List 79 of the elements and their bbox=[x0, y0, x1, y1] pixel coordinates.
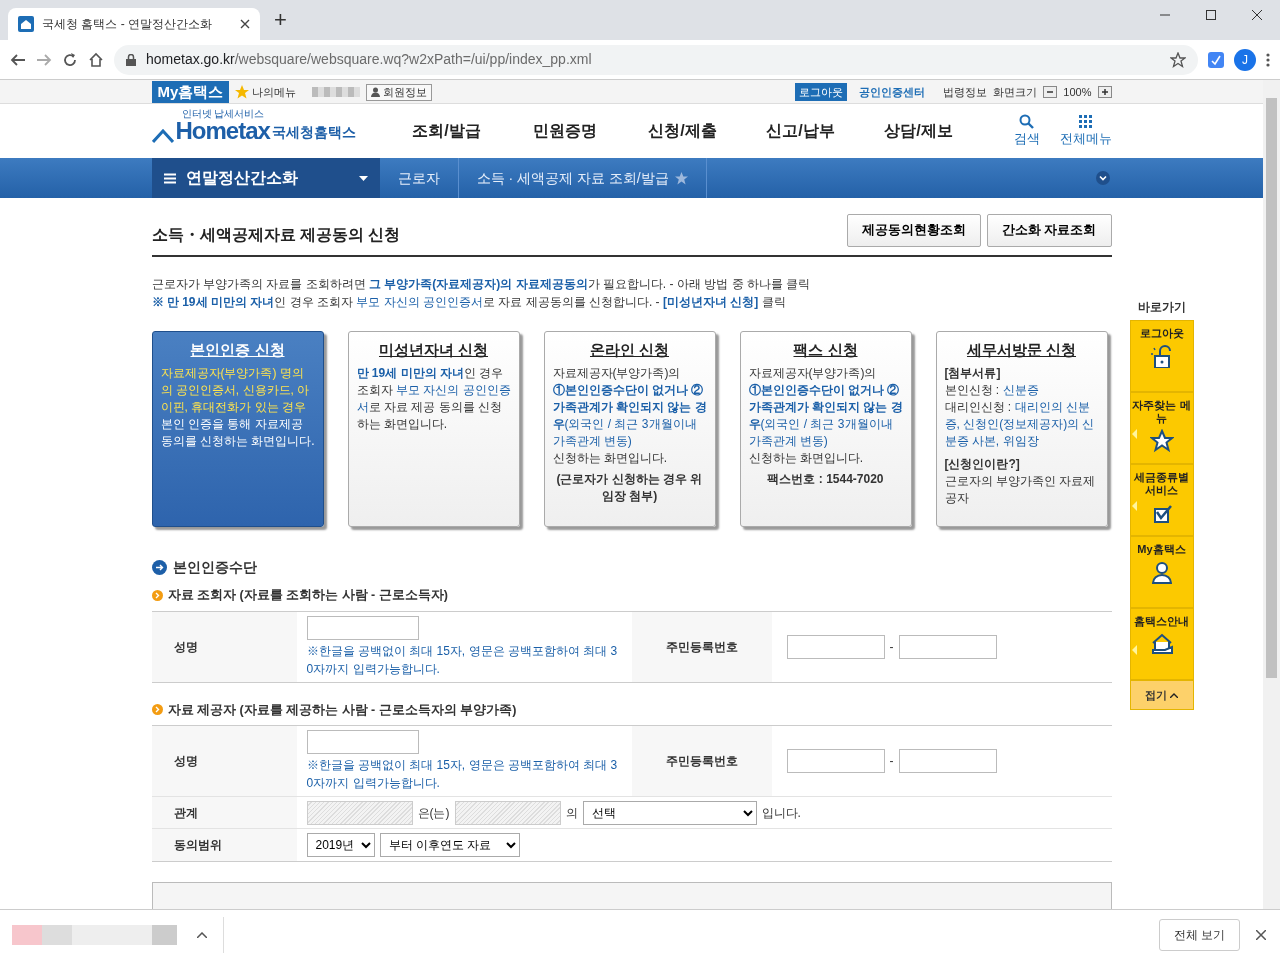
logout-button[interactable]: 로그아웃 bbox=[795, 82, 848, 102]
relation-text: 의 bbox=[565, 804, 578, 822]
profile-avatar[interactable]: J bbox=[1234, 48, 1256, 71]
field-label: 주민등록번호 bbox=[665, 638, 738, 656]
field-label: 성명 bbox=[173, 638, 198, 656]
card-text: 신청하는 화면입니다. bbox=[552, 449, 669, 467]
cert-center-link[interactable]: 공인인증센터 bbox=[859, 83, 926, 101]
action-button[interactable]: 간소화 자료조회 bbox=[987, 214, 1112, 247]
field-label: 동의범위 bbox=[173, 837, 222, 855]
scope-select[interactable]: 부터 이후연도 자료 bbox=[379, 833, 520, 858]
notice-text: ※ 만 19세 미만의 자녀인 경우 조회자 부모 자신의 공인인증서 로 자료 제공동의를 신청합니다. - [미성년자녀 신청] 클릭 bbox=[151, 293, 787, 311]
nav-menu-item[interactable]: 민원증명 bbox=[505, 119, 624, 143]
relation-text: 입니다. bbox=[761, 804, 801, 822]
card-text: (근로자가 신청하는 경우 위임장 첨부) bbox=[555, 470, 704, 505]
utility-link[interactable]: 화면크기 bbox=[993, 83, 1038, 101]
hint-text: ※한글을 공백없이 최대 15자, 영문은 공백포함하여 최대 30자까지 입력가능합니다. bbox=[306, 642, 619, 678]
browser-tab[interactable]: 국세청 홈택스 - 연말정산간소화 bbox=[8, 8, 260, 40]
relation-text: 은(는) bbox=[417, 804, 450, 822]
show-all-button[interactable]: 전체 보기 bbox=[1158, 918, 1240, 951]
separator-text: - bbox=[889, 753, 894, 771]
option-card[interactable]: 미성년자녀 신청 만 19세 미만의 자녀인 경우 조회자 부모 자신의 공인인증서 로 자료 제공 동의를 신청하는 화면입니다. bbox=[347, 330, 520, 527]
option-card[interactable]: 온라인 신청 자료제공자(부양가족)의 ①본인인증수단이 없거나 ②가족관계가 확인되지 않는 경우(외국인 / 최근 3개월이내 가족관계 변동) 신청하는 화면입니다. (근로자가 신청하는 경우 위임장 첨부) bbox=[543, 330, 716, 527]
card-text: 자료제공자(부양가족) 명의의 공인인증서, 신용카드, 아이핀, 휴대전화가 있는 경우 본인 인증을 통해 자료제공 동의를 신청하는 화면입니다. bbox=[160, 364, 315, 450]
card-text: 근로자의 부양가족인 자료제공자 bbox=[944, 472, 1097, 507]
page-title: 소득・세액공제자료 제공동의 신청 bbox=[151, 224, 401, 245]
search-button[interactable]: 검색 bbox=[1013, 113, 1040, 149]
field-label: 성명 bbox=[173, 753, 198, 771]
member-info-button[interactable]: 회원정보 bbox=[366, 83, 433, 101]
nav-menu-item[interactable]: 신고/납부 bbox=[741, 119, 860, 143]
zoom-level: 100% bbox=[1063, 84, 1092, 100]
card-text: 자료제공자(부양가족)의 bbox=[748, 364, 878, 382]
quick-link[interactable]: 로그아웃 bbox=[1129, 320, 1194, 392]
card-text: 신청하는 화면입니다. bbox=[748, 449, 865, 467]
my-hometax-tab[interactable]: My홈택스 bbox=[151, 81, 230, 103]
card-text: 팩스번호 : 1544-7020 bbox=[766, 470, 885, 488]
quick-link[interactable]: My홈택스 bbox=[1129, 536, 1194, 608]
section-heading: 본인인증수단 bbox=[172, 557, 257, 577]
tab-title: 국세청 홈택스 - 연말정산간소화 bbox=[42, 16, 213, 33]
card-text: 자료제공자(부양가족)의 bbox=[552, 364, 682, 382]
card-text: ①본인인증수단이 없거나 ②가족관계가 확인되지 않는 경우(외국인 / 최근 3개월이내 가족관계 변동) bbox=[748, 381, 903, 450]
all-menu-button[interactable]: 전체메뉴 bbox=[1059, 113, 1112, 149]
card-text: [첨부서류] bbox=[944, 364, 1002, 382]
url-text: hometax.go.kr/websquare/websquare.wq?w2xPath=/ui/pp/index_pp.xml bbox=[146, 50, 592, 69]
relation-select[interactable]: 선택 bbox=[582, 800, 757, 825]
nav-menu-item[interactable]: 조회/발급 bbox=[387, 119, 506, 143]
quick-link[interactable]: 자주찾는 메뉴 bbox=[1129, 392, 1194, 464]
new-tab-button[interactable]: + bbox=[274, 3, 287, 36]
notice-text: 근로자가 부양가족의 자료를 조회하려면 그 부양가족(자료제공자)의 자료제공동의가 필요합니다. - 아래 방법 중 하나를 클릭 bbox=[151, 275, 812, 293]
my-menu-link[interactable]: 나의메뉴 bbox=[235, 83, 297, 101]
quick-links-title: 바로가기 bbox=[1136, 299, 1187, 316]
field-label: 관계 bbox=[173, 804, 198, 822]
address-bar[interactable]: hometax.go.kr/websquare/websquare.wq?w2xPath=/ui/pp/index_pp.xml bbox=[114, 44, 1198, 75]
card-text: 대리인신청 : 대리인의 신분증, 신청인(정보제공자)의 신분증 사본, 위임장 bbox=[944, 398, 1096, 450]
section-menu[interactable]: 연말정산간소화 bbox=[151, 158, 380, 198]
breadcrumb-item[interactable]: 근로자 bbox=[379, 158, 459, 198]
card-text: ①본인인증수단이 없거나 ②가족관계가 확인되지 않는 경우(외국인 / 최근 3개월이내 가족관계 변동) bbox=[552, 381, 707, 450]
separator-text: - bbox=[889, 638, 894, 656]
utility-link[interactable]: 법령정보 bbox=[943, 83, 988, 101]
option-card[interactable]: 본인인증 신청 자료제공자(부양가족) 명의의 공인인증서, 신용카드, 아이핀, 휴대전화가 있는 경우 본인 인증을 통해 자료제공 동의를 신청하는 화면입니다. bbox=[151, 330, 324, 527]
field-label: 주민등록번호 bbox=[665, 753, 738, 771]
logo-tagline: 인터넷 납세서비스 bbox=[181, 107, 265, 121]
card-text: 본인신청 : 신분증 bbox=[944, 381, 1040, 399]
logo-text: Hometax bbox=[175, 119, 270, 143]
breadcrumb-item[interactable]: 소득 · 세액공제 자료 조회/발급 bbox=[458, 158, 707, 198]
collapse-button[interactable]: 접기 bbox=[1129, 680, 1194, 710]
option-card[interactable]: 팩스 신청 자료제공자(부양가족)의 ①본인인증수단이 없거나 ②가족관계가 확인되지 않는 경우(외국인 / 최근 3개월이내 가족관계 변동) 신청하는 화면입니다. 팩스번호 : 1544-7020 bbox=[739, 330, 912, 527]
logo-subtitle: 국세청홈택스 bbox=[271, 123, 356, 142]
quick-link[interactable]: 세금종류별 서비스 bbox=[1129, 464, 1194, 536]
action-button[interactable]: 제공동의현황조회 bbox=[847, 214, 981, 247]
nav-menu-item[interactable]: 상담/제보 bbox=[859, 119, 978, 143]
option-card[interactable]: 세무서방문 신청 [첨부서류] 본인신청 : 신분증 대리인신청 : 대리인의 신분증, 신청인(정보제공자)의 신분증 사본, 위임장 [신청인이란?] 근로자의 부양가족인 자료제공자 bbox=[935, 330, 1108, 527]
subsection-title: 자료 조회자 (자료를 조회하는 사람 - 근로소득자) bbox=[167, 586, 448, 604]
nav-menu-item[interactable]: 신청/제출 bbox=[623, 119, 742, 143]
card-text: 만 19세 미만의 자녀인 경우 조회자 부모 자신의 공인인증서 로 자료 제공 동의를 신청하는 화면입니다. bbox=[356, 364, 511, 433]
quick-link[interactable]: 홈택스안내 bbox=[1129, 608, 1194, 680]
subsection-title: 자료 제공자 (자료를 제공하는 사람 - 근로소득자의 부양가족) bbox=[167, 701, 517, 719]
year-select[interactable]: 2019년 bbox=[306, 833, 375, 858]
card-text: [신청인이란?] bbox=[944, 455, 1021, 473]
hint-text: ※한글을 공백없이 최대 15자, 영문은 공백포함하여 최대 30자까지 입력가능합니다. bbox=[306, 757, 619, 793]
